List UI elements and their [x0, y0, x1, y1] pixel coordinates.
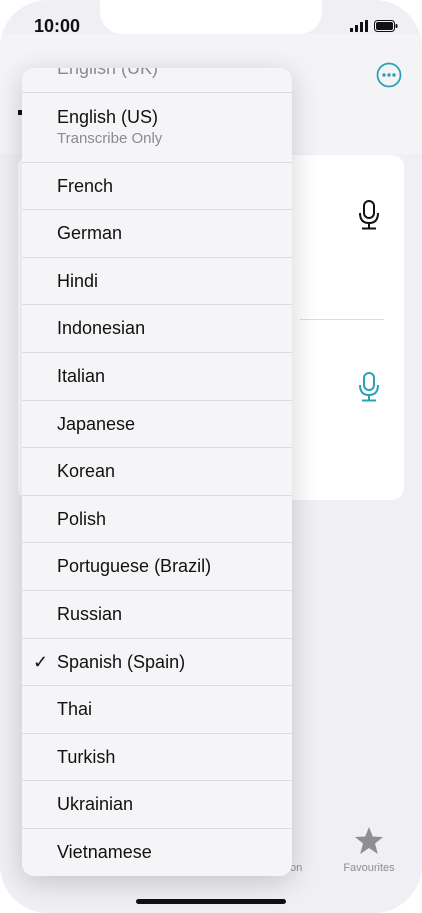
language-option-label: Vietnamese [57, 842, 152, 862]
checkmark-icon: ✓ [33, 651, 49, 672]
language-option[interactable]: English (UK) [22, 68, 292, 93]
more-options-icon[interactable] [376, 62, 402, 88]
language-option-label: Portuguese (Brazil) [57, 556, 212, 577]
language-option-label: Indonesian [57, 318, 146, 339]
language-option-label: Thai [57, 699, 93, 720]
language-option[interactable]: Thai [22, 686, 292, 734]
language-menu: English (UK) English (US) Transcribe Only F… [22, 68, 292, 876]
language-option[interactable]: Hindi [22, 258, 292, 306]
language-option[interactable]: Indonesian [22, 305, 292, 353]
status-time: 10:00 [34, 16, 81, 36]
language-option[interactable]: Spanish (Spain) ✓ [22, 639, 292, 687]
phone-screen: 10:00 on Favourites English (UK) English… [0, 0, 422, 913]
language-option-label: Russian [57, 604, 123, 624]
language-option-label: Japanese [57, 413, 136, 434]
language-option-label: Turkish [57, 746, 116, 767]
device-notch [100, 0, 322, 34]
language-option-label: Hindi [57, 270, 99, 291]
language-option[interactable]: Polish [22, 496, 292, 544]
card-divider [300, 319, 384, 320]
language-option[interactable]: Turkish [22, 734, 292, 782]
language-option[interactable]: German [22, 210, 292, 258]
language-option[interactable]: French [22, 163, 292, 211]
language-option-label: French [57, 175, 114, 196]
tab-favourites[interactable]: Favourites [336, 826, 402, 876]
microphone-icon[interactable] [356, 200, 382, 230]
tab-favourites-label: Favourites [343, 862, 395, 874]
language-option[interactable]: Italian [22, 353, 292, 401]
language-option[interactable]: Portuguese (Brazil) [22, 543, 292, 591]
signal-icon [350, 20, 368, 32]
language-option[interactable]: Vietnamese [22, 829, 292, 876]
home-indicator [136, 899, 286, 904]
language-option-label: German [57, 223, 123, 244]
language-option-label: Polish [57, 508, 107, 529]
language-option[interactable]: Japanese [22, 401, 292, 449]
language-option-label: Italian [57, 366, 106, 386]
language-option[interactable]: Ukrainian [22, 781, 292, 829]
language-option-label: English (US) [57, 106, 159, 127]
language-option-subtitle: Transcribe Only [57, 129, 163, 147]
language-option-label: Ukrainian [57, 794, 134, 815]
language-option-label: Korean [57, 461, 116, 482]
language-option-label: English (UK) [57, 68, 159, 78]
language-option-label: Spanish (Spain) [57, 651, 186, 672]
language-option[interactable]: Russian [22, 591, 292, 639]
star-icon [355, 827, 383, 854]
language-option[interactable]: Korean [22, 448, 292, 496]
battery-icon [374, 20, 398, 32]
status-bar: 10:00 [0, 0, 422, 44]
microphone-icon-accent[interactable] [356, 372, 382, 402]
language-option[interactable]: English (US) Transcribe Only [22, 93, 292, 163]
